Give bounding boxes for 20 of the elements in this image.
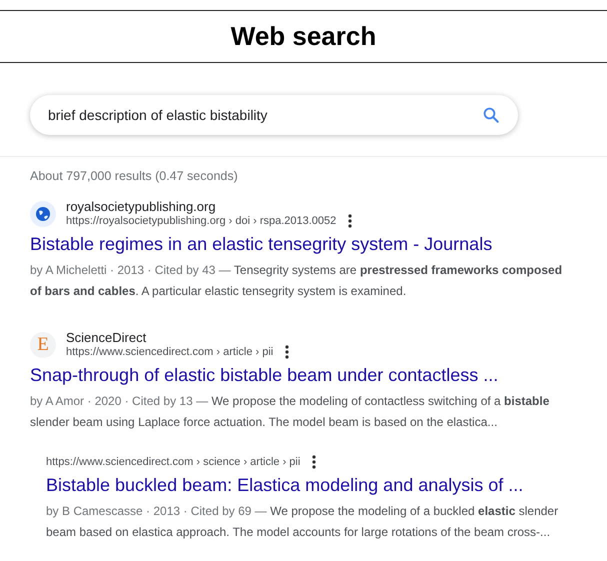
results-count: About 797,000 results (0.47 seconds) [30, 169, 239, 183]
site-name[interactable]: ScienceDirect [66, 330, 290, 345]
result-url[interactable]: https://www.sciencedirect.com › science › article › pii [46, 456, 300, 468]
result-title-link[interactable]: Bistable buckled beam: Elastica modeling and analysis of ... [46, 475, 607, 496]
more-icon[interactable] [285, 345, 290, 359]
result-title-link[interactable]: Bistable regimes in an elastic tensegrity system - Journals [30, 234, 607, 255]
result-title-link[interactable]: Snap-through of elastic bistable beam under contactless ... [30, 365, 607, 386]
page-title: Web search [230, 21, 376, 52]
search-field[interactable]: brief description of elastic bistability [48, 107, 482, 123]
more-icon[interactable] [348, 214, 352, 228]
result-url[interactable]: https://royalsocietypublishing.org › doi › rspa.2013.0052 [66, 215, 336, 227]
result-url[interactable]: https://www.sciencedirect.com › article › pii [66, 346, 274, 358]
search-icon[interactable] [482, 106, 500, 124]
site-name[interactable]: royalsocietypublishing.org [66, 199, 352, 214]
site-favicon: E [30, 332, 56, 358]
more-icon[interactable] [312, 455, 316, 469]
globe-icon [30, 200, 56, 226]
result-snippet: by A Amor · 2020 · Cited by 13 — We propose the modeling of contactless switching of a bistable slender beam using Laplace force actuation. The model beam is based on the elastica... [30, 393, 550, 431]
result-snippet: by B Camescasse · 2013 · Cited by 69 — We propose the modeling of a buckled elastic slender beam based on elastica approach. The model accounts for large rotations of the beam cross-... [46, 503, 560, 541]
result-snippet: by A Micheletti · 2013 · Cited by 43 — Tensegrity systems are prestressed frameworks composed of bars and cables. A particular elastic tensegrity system is examined. [30, 262, 564, 300]
